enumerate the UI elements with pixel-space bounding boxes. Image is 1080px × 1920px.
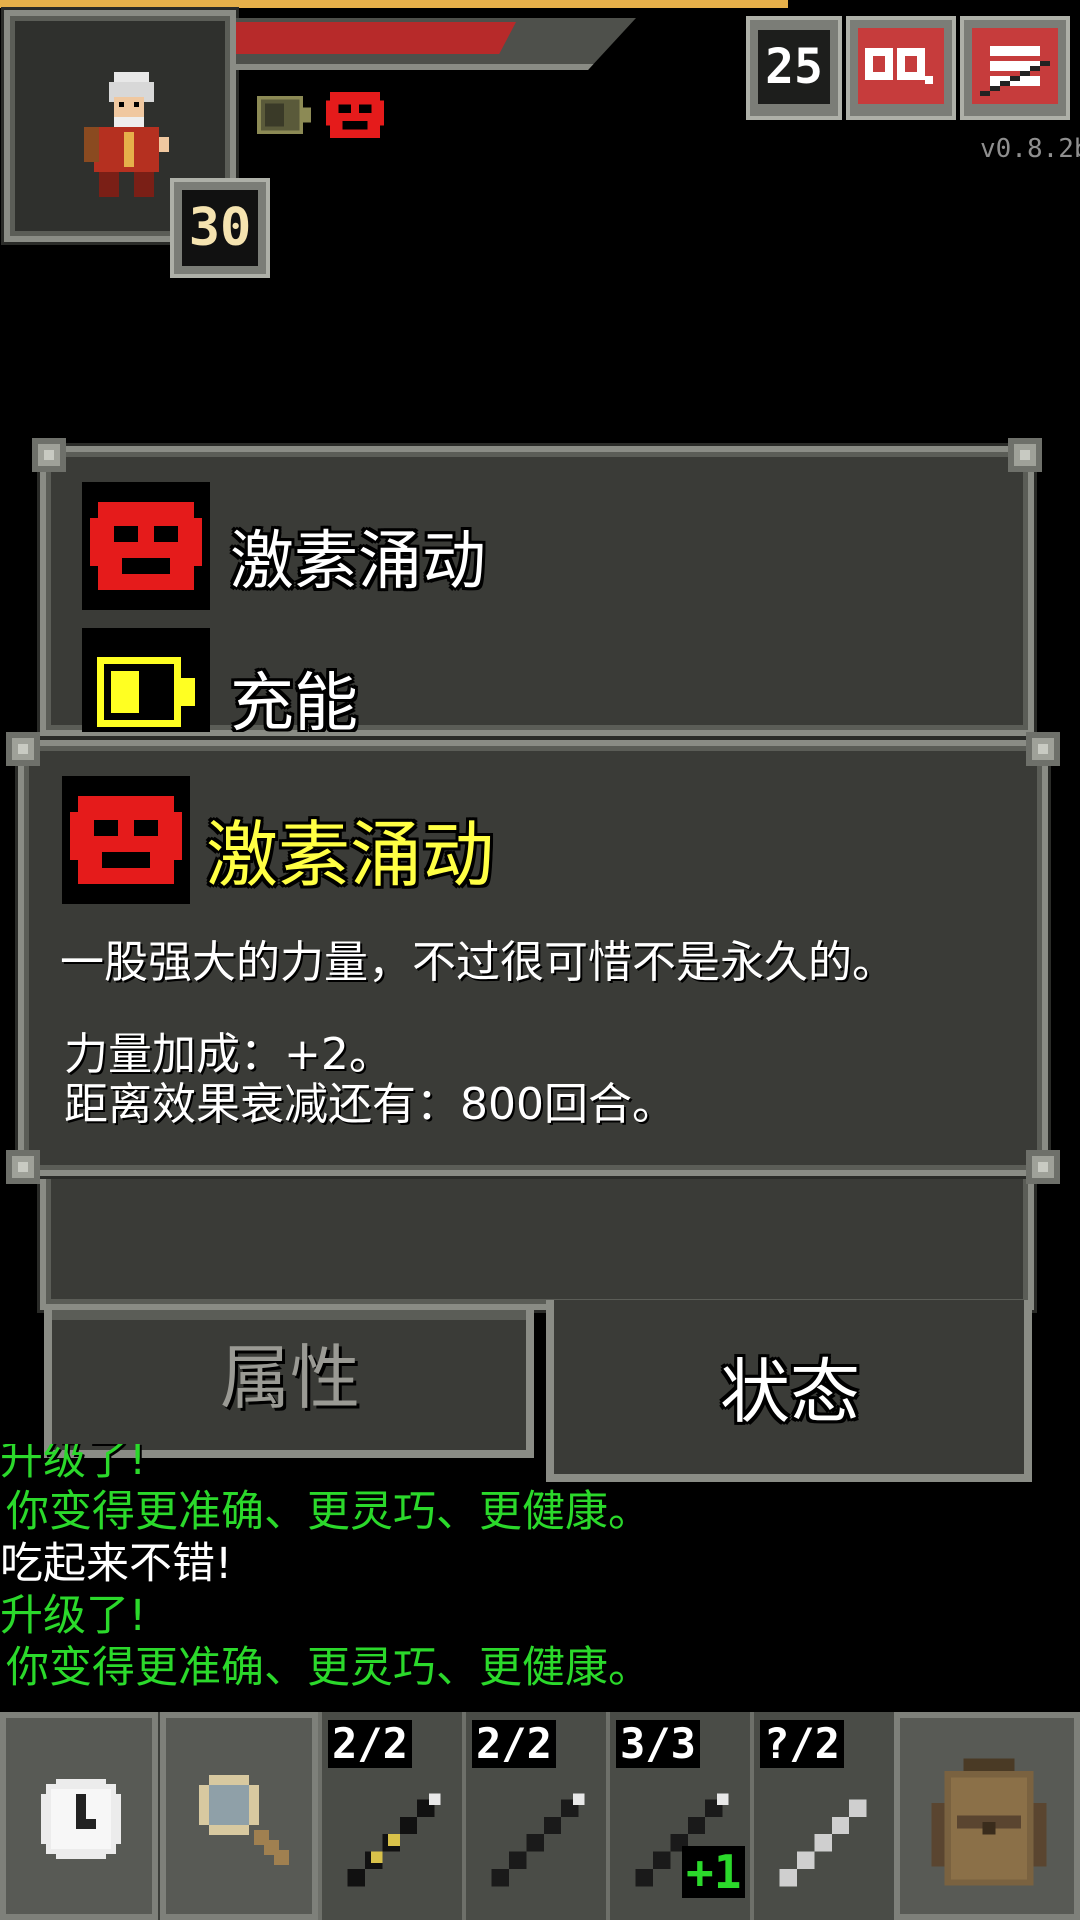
level-badge: 30: [170, 178, 270, 278]
detail-title: 激素涌动: [206, 813, 495, 897]
backpack-button[interactable]: [894, 1712, 1080, 1920]
backpack-icon: [931, 1758, 1047, 1886]
log-line: 升级了!: [0, 1591, 147, 1641]
tab-attributes-label: 属性: [220, 1337, 360, 1419]
buff-list-item[interactable]: 充能: [82, 628, 882, 732]
detail-description: 一股强大的力量，不过很可惜不是永久的。: [60, 937, 896, 988]
exp-bar: [0, 0, 789, 8]
wait-button[interactable]: [0, 1712, 158, 1920]
rage-mask-icon[interactable]: [326, 92, 384, 138]
quickslot-1[interactable]: 2/2: [318, 1712, 462, 1920]
buff-list-item-label: 充能: [230, 667, 358, 732]
log-line: 你变得更准确、更灵巧、更健康。: [6, 1643, 651, 1693]
clock-icon: [41, 1779, 121, 1859]
journal-icon: [865, 48, 933, 84]
hp-bar-fill: [236, 22, 516, 54]
log-line: 你变得更准确、更灵巧、更健康。: [6, 1487, 651, 1537]
rage-mask-icon: [90, 502, 202, 590]
quickslot-charges: 2/2: [472, 1720, 556, 1768]
tab-attributes[interactable]: 属性: [44, 1310, 534, 1458]
buff-list-window: 激素涌动 充能: [32, 438, 1042, 736]
window-corner: [1026, 732, 1060, 766]
search-button[interactable]: [160, 1712, 318, 1920]
rage-mask-icon: [70, 796, 182, 884]
depth-value: 25: [765, 39, 823, 95]
tab-status-label: 状态: [720, 1351, 860, 1433]
buff-detail-window: 激素涌动 一股强大的力量，不过很可惜不是永久的。 力量加成：+2。 距离效果衰减…: [6, 732, 1060, 1184]
menu-icon: [980, 46, 1050, 96]
magnifier-icon: [199, 1775, 289, 1865]
quickslot-charges: ?/2: [760, 1720, 844, 1768]
window-corner: [32, 438, 66, 472]
detail-icon-box: [62, 776, 190, 904]
buff-list-item-label: 激素涌动: [230, 525, 486, 599]
menu-button[interactable]: [960, 16, 1070, 120]
wand-icon: [779, 1799, 867, 1887]
depth-indicator: 25: [746, 16, 842, 120]
game-log: 升级了! 你变得更准确、更灵巧、更健康。 吃起来不错! 升级了! 你变得更准确、…: [0, 1444, 1080, 1706]
quickslot-upgrade: +1: [682, 1846, 746, 1898]
hp-bar-frame: [236, 18, 636, 70]
window-corner: [6, 1150, 40, 1184]
wand-icon: [491, 1793, 585, 1887]
window-corner: [1008, 438, 1042, 472]
log-line: 升级了!: [0, 1444, 147, 1485]
journal-button[interactable]: [846, 16, 956, 120]
window-corner: [1026, 1150, 1060, 1184]
battery-icon: [97, 657, 195, 727]
detail-remaining-turns: 距离效果衰减还有：800回合。: [64, 1079, 676, 1130]
buff-list-item[interactable]: 激素涌动: [82, 482, 882, 612]
quickslot-4[interactable]: ?/2: [750, 1712, 894, 1920]
hero-avatar: [84, 72, 169, 197]
quickslot-2[interactable]: 2/2: [462, 1712, 606, 1920]
level-value: 30: [188, 198, 252, 258]
window-corner: [6, 732, 40, 766]
battery-icon[interactable]: [256, 92, 312, 138]
quickslot-charges: 3/3: [616, 1720, 700, 1768]
quickslot-3[interactable]: 3/3 +1: [606, 1712, 750, 1920]
quickslot-charges: 2/2: [328, 1720, 412, 1768]
version-label: v0.8.2b: [980, 134, 1080, 164]
wand-icon: [347, 1793, 441, 1887]
tabs-panel: [40, 1160, 1034, 1310]
log-line: 吃起来不错!: [0, 1539, 233, 1589]
